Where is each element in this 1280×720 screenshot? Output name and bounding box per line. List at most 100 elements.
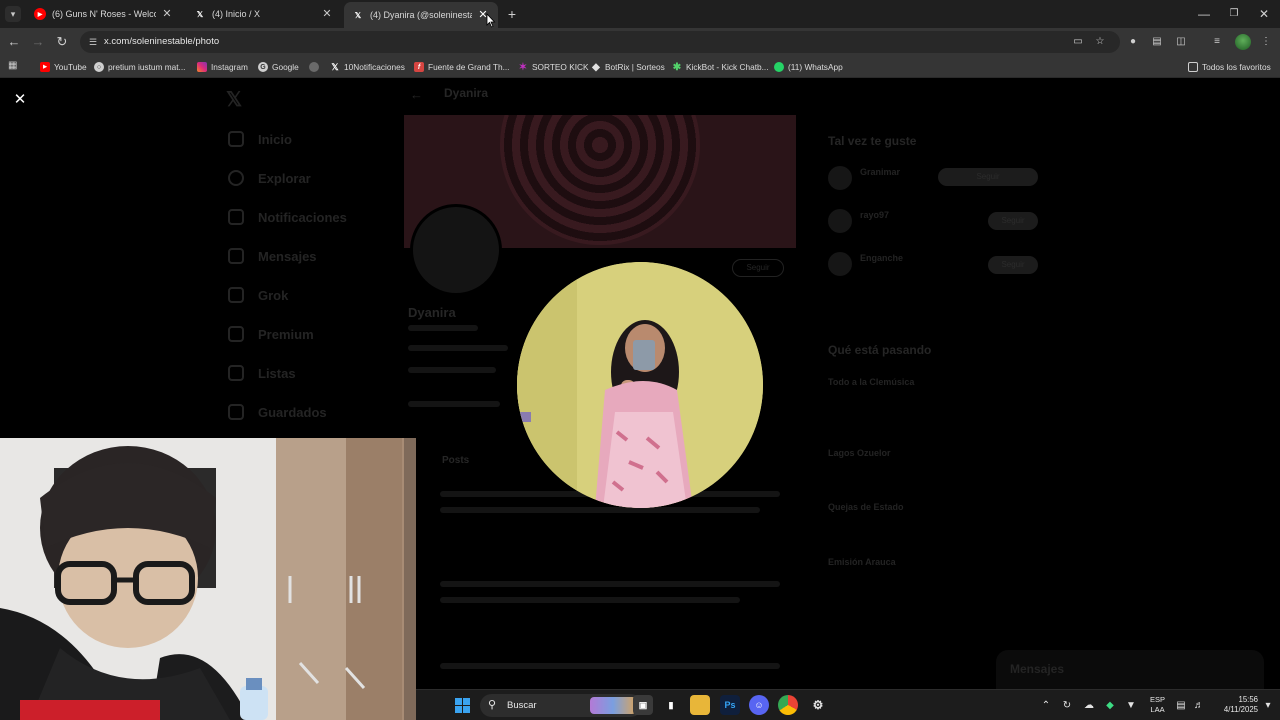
task-view-icon[interactable]: ▣ xyxy=(633,695,653,715)
nav-label: Premium xyxy=(258,326,314,342)
x-premium-icon xyxy=(228,326,244,342)
trend-item[interactable]: Lagos Ozuelor xyxy=(828,448,891,458)
new-tab-button[interactable]: + xyxy=(503,6,521,22)
apps-grid-icon[interactable]: ▦ xyxy=(8,60,20,72)
browser-toolbar: ← → ↻ ☰ x.com/soleninestable/photo ▭ ☆ ●… xyxy=(0,28,1280,56)
tab-search-button[interactable]: ▾ xyxy=(5,6,21,22)
bookmark-sorteo-kick[interactable]: ✶ SORTEO KICK xyxy=(518,60,589,74)
nav-label: Grok xyxy=(258,287,289,303)
back-arrow-icon[interactable]: ← xyxy=(410,87,423,102)
microphone-icon[interactable]: ▼ xyxy=(1124,699,1138,713)
nav-messages[interactable]: Mensajes xyxy=(228,248,317,264)
search-icon xyxy=(228,170,244,186)
reload-button[interactable]: ↻ xyxy=(54,34,70,50)
tab-guns-n-roses[interactable]: ▶ (6) Guns N' Roses - Welcome To ✕ xyxy=(26,3,182,25)
bookmark-label: BotRix | Sorteos xyxy=(605,62,665,72)
windows-start-icon[interactable] xyxy=(455,698,470,713)
security-icon[interactable]: ◆ xyxy=(1103,699,1117,713)
font-icon: f xyxy=(414,62,424,72)
extensions-puzzle-icon[interactable]: ◫ xyxy=(1174,35,1188,49)
nav-grok[interactable]: Grok xyxy=(228,287,288,303)
nav-label: Mensajes xyxy=(258,248,317,264)
trend-item[interactable]: Quejas de Estado xyxy=(828,502,904,512)
chrome-taskbar-icon[interactable] xyxy=(778,695,798,715)
back-button[interactable]: ← xyxy=(6,34,22,50)
post-line xyxy=(440,597,740,603)
avatar[interactable] xyxy=(828,166,852,190)
bookmark-fuente-gta[interactable]: f Fuente de Grand Th... xyxy=(414,60,509,74)
x-logo-icon[interactable]: 𝕏 xyxy=(226,87,242,112)
recorder-app-icon[interactable]: ▮ xyxy=(661,695,681,715)
reading-list-icon[interactable]: ≡ xyxy=(1210,35,1224,49)
tab-inicio-x[interactable]: 𝕏 (4) Inicio / X ✕ xyxy=(186,3,342,25)
star-icon: ✶ xyxy=(518,61,528,73)
bookmark-label: (11) WhatsApp xyxy=(788,62,843,72)
maximize-button[interactable]: ❐ xyxy=(1219,4,1249,24)
extension-shield-icon[interactable]: ● xyxy=(1126,35,1140,49)
address-bar[interactable]: ☰ x.com/soleninestable/photo ▭ ☆ xyxy=(80,31,1120,53)
sync-icon[interactable]: ↻ xyxy=(1060,699,1074,713)
nav-label: Guardados xyxy=(258,404,327,420)
clock[interactable]: 15:56 4/11/2025 xyxy=(1212,695,1258,715)
close-window-button[interactable]: ✕ xyxy=(1249,4,1279,24)
bookmark-youtube[interactable]: ▶ YouTube xyxy=(40,60,87,74)
site-info-icon[interactable]: ☰ xyxy=(87,36,99,48)
all-bookmarks[interactable]: Todos los favoritos xyxy=(1188,60,1271,74)
bookmark-google[interactable]: G Google xyxy=(258,60,299,74)
follow-button[interactable]: Seguir xyxy=(732,259,784,277)
kickbot-icon: ✱ xyxy=(672,61,682,73)
nav-premium[interactable]: Premium xyxy=(228,326,314,342)
notification-bell-icon[interactable]: ▾ xyxy=(1262,699,1274,712)
avatar[interactable] xyxy=(828,209,852,233)
bookmark-pretium[interactable]: ○ pretium iustum mat... xyxy=(94,60,185,74)
bookmark-botrix[interactable]: ◆ BotRix | Sorteos xyxy=(591,60,665,74)
list-icon xyxy=(228,365,244,381)
tab-label: (4) Dyanira (@soleninestable) / xyxy=(370,10,472,20)
network-icon[interactable]: ▤ xyxy=(1174,699,1188,713)
bookmark-10notificaciones[interactable]: 𝕏 10Notificaciones xyxy=(330,60,405,74)
follow-button[interactable]: Seguir xyxy=(938,168,1038,186)
chrome-icon: ○ xyxy=(94,62,104,72)
trend-item[interactable]: Todo a la Clemúsica xyxy=(828,377,914,387)
menu-kebab-icon[interactable]: ⋮ xyxy=(1259,35,1273,49)
close-icon[interactable]: ✕ xyxy=(160,7,174,21)
close-photo-button[interactable]: ✕ xyxy=(12,92,28,108)
bookmark-star-icon[interactable]: ☆ xyxy=(1093,35,1107,49)
photoshop-icon[interactable]: Ps xyxy=(720,695,740,715)
nav-label: Notificaciones xyxy=(258,209,347,225)
cloud-icon[interactable]: ☁ xyxy=(1082,699,1096,713)
minimize-button[interactable]: — xyxy=(1189,4,1219,24)
discord-icon[interactable]: ☺ xyxy=(749,695,769,715)
messages-drawer[interactable]: Mensajes xyxy=(996,650,1264,689)
profile-avatar[interactable] xyxy=(1235,34,1251,50)
forward-button[interactable]: → xyxy=(30,34,46,50)
steam-icon[interactable]: ⚙ xyxy=(808,695,828,715)
nav-bookmarks[interactable]: Guardados xyxy=(228,404,327,420)
nav-explore[interactable]: Explorar xyxy=(228,170,311,186)
close-icon[interactable]: ✕ xyxy=(320,7,334,21)
bookmark-whatsapp[interactable]: (11) WhatsApp xyxy=(774,60,843,74)
taskbar-search[interactable]: ⚲ Buscar xyxy=(480,694,642,717)
chevron-up-icon[interactable]: ⌃ xyxy=(1039,699,1053,713)
nav-home[interactable]: Inicio xyxy=(228,131,292,147)
mail-icon xyxy=(228,248,244,264)
bookmark-kickbot[interactable]: ✱ KickBot - Kick Chatb... xyxy=(672,60,769,74)
bookmark-instagram[interactable]: Instagram xyxy=(197,60,248,74)
avatar[interactable] xyxy=(828,252,852,276)
volume-icon[interactable]: ♬ xyxy=(1192,699,1206,713)
profile-header-name: Dyanira xyxy=(444,86,489,100)
file-explorer-icon[interactable] xyxy=(690,695,710,715)
extension-card-icon[interactable]: ▤ xyxy=(1150,35,1164,49)
trend-item[interactable]: Emisión Arauca xyxy=(828,557,896,567)
bio-line xyxy=(408,345,508,351)
follow-button[interactable]: Seguir xyxy=(988,256,1038,274)
tab-dyanira-profile[interactable]: 𝕏 (4) Dyanira (@soleninestable) / ✕ xyxy=(344,2,498,28)
language-indicator[interactable]: ESP LAA xyxy=(1150,695,1165,715)
nav-notifications[interactable]: Notificaciones xyxy=(228,209,347,225)
bookmark-globe[interactable] xyxy=(309,60,323,74)
bookmark-label: pretium iustum mat... xyxy=(108,62,186,72)
tab-posts[interactable]: Posts xyxy=(442,455,469,466)
nav-lists[interactable]: Listas xyxy=(228,365,296,381)
follow-button[interactable]: Seguir xyxy=(988,212,1038,230)
install-app-icon[interactable]: ▭ xyxy=(1071,35,1085,49)
